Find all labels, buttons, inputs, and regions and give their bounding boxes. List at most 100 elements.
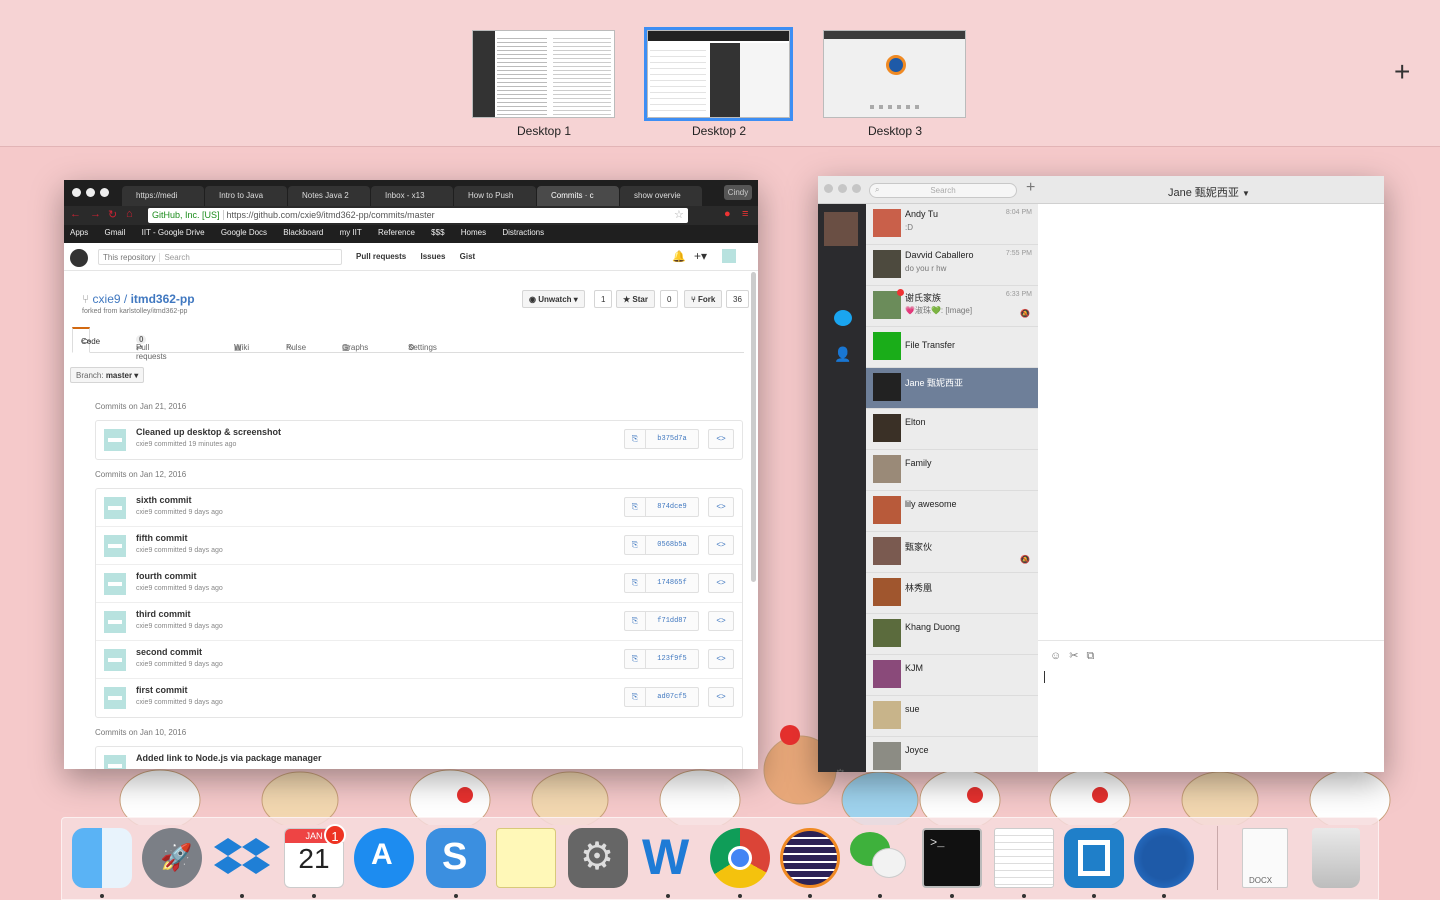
tab-code[interactable]: <> Code [72, 327, 100, 353]
chrome-tab-6-active[interactable]: Commits · c [537, 186, 619, 206]
scissors-screenshot-icon[interactable]: ✂ [1069, 650, 1086, 662]
chat-list-item[interactable]: sue [866, 696, 1038, 737]
browse-code-icon[interactable]: <> [708, 573, 734, 593]
bookmark-iit-drive[interactable]: IIT - Google Drive [142, 228, 205, 237]
notes-icon[interactable] [496, 828, 556, 888]
bookmark-folder-homes[interactable]: Homes [461, 228, 486, 237]
firefox-icon[interactable] [1134, 828, 1194, 888]
commit-author-avatar[interactable] [104, 649, 126, 671]
desktop-1-thumbnail[interactable] [472, 30, 615, 118]
copy-sha-icon[interactable]: ⎘ [624, 535, 646, 555]
extension-icon[interactable]: ● [724, 208, 731, 220]
desktop-2-thumbnail[interactable] [644, 27, 793, 121]
bookmark-folder-reference[interactable]: Reference [378, 228, 415, 237]
commit-author-avatar[interactable] [104, 755, 126, 769]
copy-sha-icon[interactable]: ⎘ [624, 573, 646, 593]
chrome-tab-2[interactable]: Intro to Java [205, 186, 287, 206]
tab-pull-requests[interactable]: ⇄ Pull requests 0 [136, 335, 167, 361]
dropbox-icon[interactable] [212, 828, 272, 888]
fork-button[interactable]: ⑂ Fork [684, 290, 723, 308]
star-button[interactable]: ★ Star [616, 290, 655, 308]
add-desktop-plus-icon[interactable]: + [1394, 58, 1410, 86]
system-preferences-icon[interactable]: ⚙ [568, 828, 628, 888]
commit-sha-button[interactable]: 0568b5a [645, 535, 699, 555]
chat-list-item[interactable]: lily awesome [866, 491, 1038, 532]
commit-message[interactable]: sixth commit [136, 495, 192, 505]
browse-code-icon[interactable]: <> [708, 687, 734, 707]
chrome-tab-1[interactable]: https://medi [122, 186, 204, 206]
bookmark-blackboard[interactable]: Blackboard [283, 228, 323, 237]
commit-message[interactable]: third commit [136, 609, 191, 619]
chat-list-item[interactable]: Khang Duong [866, 614, 1038, 655]
commit-message[interactable]: fifth commit [136, 533, 188, 543]
wechat-icon[interactable] [850, 828, 910, 888]
emoji-icon[interactable]: ☺ [1050, 650, 1069, 662]
bell-icon[interactable]: 🔔 [672, 250, 686, 263]
minimize-window-button[interactable] [86, 188, 95, 197]
bookmark-folder-money[interactable]: $$$ [431, 228, 444, 237]
user-avatar[interactable] [722, 249, 736, 263]
chat-list-item[interactable]: Joyce [866, 737, 1038, 772]
chat-list-item[interactable]: Elton [866, 409, 1038, 450]
copy-sha-icon[interactable]: ⎘ [624, 687, 646, 707]
commit-author-avatar[interactable] [104, 497, 126, 519]
settings-gear-icon[interactable]: ⚙ [834, 766, 847, 772]
github-search-input[interactable]: This repository Search [98, 249, 342, 265]
wechat-search-input[interactable]: ⌕ Search [869, 183, 1017, 198]
chat-list-item[interactable]: Andy Tu:D 8:04 PM [866, 204, 1038, 245]
wechat-window[interactable]: ⌕ Search + Jane 甄妮西亚 ▼ 👤 ⚙ Andy Tu:D 8:04 … [818, 176, 1384, 772]
commit-sha-button[interactable]: 174865f [645, 573, 699, 593]
profile-button[interactable]: Cindy [724, 185, 752, 200]
chrome-window[interactable]: https://medi Intro to Java Notes Java 2 … [64, 180, 758, 769]
chrome-tab-4[interactable]: Inbox - x13 [371, 186, 453, 206]
commit-message[interactable]: Cleaned up desktop & screenshot [136, 427, 281, 437]
back-icon[interactable]: ← [70, 208, 81, 220]
contacts-icon[interactable]: 👤 [834, 346, 851, 363]
finder-icon[interactable] [72, 828, 132, 888]
chrome-tab-7[interactable]: show overvie [620, 186, 702, 206]
bookmark-apps[interactable]: Apps [70, 228, 88, 237]
commit-sha-button[interactable]: 123f9f5 [645, 649, 699, 669]
terminal-icon[interactable]: >_ [922, 828, 982, 888]
unwatch-button[interactable]: ◉ Unwatch ▾ [522, 290, 585, 308]
zoom-window-button[interactable] [100, 188, 109, 197]
commit-author-avatar[interactable] [104, 429, 126, 451]
my-avatar[interactable] [824, 212, 858, 246]
commit-message[interactable]: second commit [136, 647, 202, 657]
commit-author-avatar[interactable] [104, 611, 126, 633]
browse-code-icon[interactable]: <> [708, 535, 734, 555]
new-chat-plus-icon[interactable]: + [1026, 179, 1035, 197]
forked-from-text[interactable]: forked from karlstolley/itmd362-pp [82, 308, 187, 315]
copy-sha-icon[interactable]: ⎘ [624, 429, 646, 449]
repo-name-link[interactable]: itmd362-pp [131, 292, 195, 306]
message-input-area[interactable]: ☺✂⧉ [1038, 640, 1384, 772]
file-icon[interactable]: ⧉ [1086, 650, 1102, 662]
commit-sha-button[interactable]: 874dce9 [645, 497, 699, 517]
copy-sha-icon[interactable]: ⎘ [624, 611, 646, 631]
plus-dropdown-icon[interactable]: +▾ [694, 249, 707, 263]
chrome-tab-3[interactable]: Notes Java 2 [288, 186, 370, 206]
browse-code-icon[interactable]: <> [708, 649, 734, 669]
bookmark-my-iit[interactable]: my IIT [340, 228, 362, 237]
page-scrollbar[interactable] [751, 272, 756, 582]
close-window-button[interactable] [72, 188, 81, 197]
app-store-icon[interactable]: A [354, 828, 414, 888]
nav-pull-requests[interactable]: Pull requests [356, 252, 406, 261]
zoom-window-button[interactable] [852, 184, 861, 193]
repo-owner-link[interactable]: cxie9 [93, 292, 121, 306]
chat-list-item[interactable]: Davvid Caballero do you r hw 7:55 PM [866, 245, 1038, 286]
chat-list-item[interactable]: 甄家伙 🔕 [866, 532, 1038, 573]
trash-icon[interactable] [1312, 828, 1360, 888]
commit-author-avatar[interactable] [104, 535, 126, 557]
chat-list-item[interactable]: File Transfer [866, 327, 1038, 368]
chat-list-item[interactable]: 谢氏家族 💗淑珠💚: [Image] 6:33 PM 🔕 [866, 286, 1038, 327]
forward-icon[interactable]: → [90, 208, 101, 220]
browse-code-icon[interactable]: <> [708, 429, 734, 449]
commit-message[interactable]: first commit [136, 685, 188, 695]
browse-code-icon[interactable]: <> [708, 611, 734, 631]
close-window-button[interactable] [824, 184, 833, 193]
minimize-window-button[interactable] [838, 184, 847, 193]
commit-message[interactable]: fourth commit [136, 571, 197, 581]
chrome-tab-5[interactable]: How to Push [454, 186, 536, 206]
commit-message[interactable]: Added link to Node.js via package manage… [136, 753, 322, 763]
